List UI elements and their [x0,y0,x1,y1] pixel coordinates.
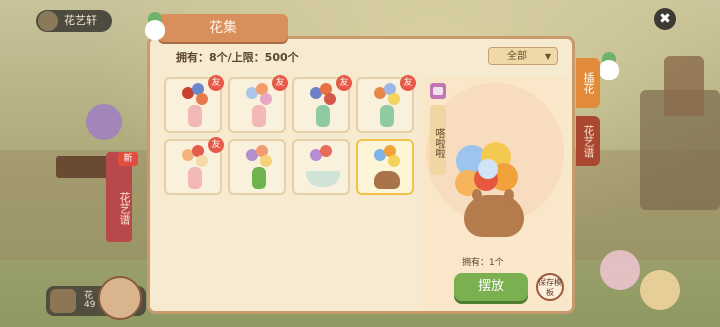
friend-badge: 友 [208,75,224,91]
owned-count: 拥有：8个/上限：500个 [176,51,299,64]
vase [188,167,202,189]
close-button[interactable]: ✖ [654,8,676,30]
friend-badge: 友 [272,75,288,91]
flower-collection-panel: 拥有：8个/上限：500个 全部 ▼ 友友友友友 嗒啦啦 拥有：1个 摆放 保存… [147,36,575,314]
new-badge: 新 [118,152,138,166]
arrangement-name: 嗒啦啦 [430,105,446,175]
flower-bloom [388,93,400,105]
vase [188,105,202,127]
friend-badge: 友 [400,75,416,91]
flower-book-banner[interactable]: 新 花艺谱 [106,152,138,242]
close-icon: ✖ [659,11,671,27]
background-lamp [664,56,704,116]
bunny-ear [504,189,514,201]
location-label: 花艺轩 [64,14,97,27]
item-icon [50,289,76,313]
collection-item[interactable] [228,139,286,195]
flower-bloom [320,145,332,157]
flower-bloom [260,155,272,167]
vase [306,171,340,187]
player-avatar[interactable] [98,276,142,320]
background-flower [640,270,680,310]
vase [252,167,266,189]
friend-badge: 友 [336,75,352,91]
collection-item[interactable]: 友 [292,75,352,133]
filter-dropdown[interactable]: 全部 ▼ [488,47,558,65]
location-badge[interactable]: 花艺轩 [36,10,112,32]
flower-bloom [196,93,208,105]
arrangement-preview: 嗒啦啦 拥有：1个 摆放 保存模板 [422,77,568,309]
vase [316,105,330,127]
background-flower [600,250,640,290]
flower-bloom [196,155,208,167]
flower-bloom [478,159,498,179]
tab-flower-book[interactable]: 花艺谱 [576,116,600,166]
collection-item[interactable]: 友 [164,75,224,133]
radish-mascot-icon [142,12,168,42]
background-flower [86,104,122,140]
filter-value: 全部 [507,51,527,62]
place-button[interactable]: 摆放 [454,273,528,301]
collection-grid: 友友友友友 [164,75,416,195]
collection-item[interactable]: 友 [356,75,416,133]
chevron-down-icon: ▼ [544,52,551,61]
location-icon [38,11,58,31]
preview-owned: 拥有：1个 [462,258,504,268]
flower-bloom [324,93,336,105]
vase [374,171,400,189]
gallery-icon[interactable] [430,83,446,99]
save-template-button[interactable]: 保存模板 [536,273,564,301]
bunny-pot [464,189,524,237]
collection-item[interactable]: 友 [164,137,224,195]
panel-title: 花集 [158,14,288,42]
friend-badge: 友 [208,137,224,153]
collection-item[interactable]: 友 [228,75,288,133]
flower-book-label: 花艺谱 [118,191,131,225]
collection-item[interactable] [292,139,350,195]
player-info-value: 49 [84,300,96,310]
flower-bloom [388,155,400,167]
vase [252,105,266,127]
flower-bloom [260,93,272,105]
collection-item[interactable] [356,139,414,195]
tab-arrange[interactable]: 插花 [576,58,600,108]
bunny-ear [472,189,482,201]
vase [380,105,394,127]
